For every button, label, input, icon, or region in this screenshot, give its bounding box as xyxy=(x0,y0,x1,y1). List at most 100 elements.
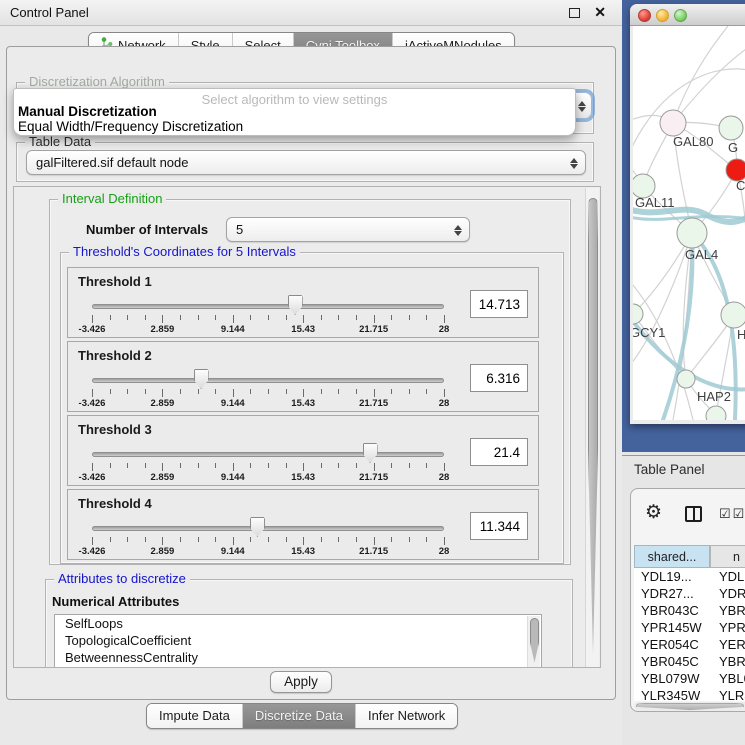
table-cell[interactable]: YBR043C xyxy=(634,602,710,619)
minimize-traffic-light-icon[interactable] xyxy=(656,9,669,22)
slider-thumb[interactable] xyxy=(194,369,209,389)
slider-track[interactable] xyxy=(92,378,444,383)
viewport-scrollbar[interactable] xyxy=(585,188,599,668)
network-edge[interactable] xyxy=(673,26,728,123)
slider-track[interactable] xyxy=(92,304,444,309)
table-row[interactable]: YLR345WYLR3 xyxy=(634,687,745,701)
tick-mark xyxy=(145,463,146,468)
tab-discretize-data[interactable]: Discretize Data xyxy=(243,704,356,728)
threshold-value-field[interactable]: 14.713 xyxy=(470,290,528,318)
table-row[interactable]: YBR045CYBR0 xyxy=(634,653,745,670)
threshold-value-field[interactable]: 11.344 xyxy=(470,512,528,540)
tick-label: 28 xyxy=(439,324,450,335)
tick-mark xyxy=(409,463,410,468)
tick-label: 21.715 xyxy=(359,472,388,483)
close-window-icon[interactable]: ✕ xyxy=(594,4,606,21)
tab-impute-data[interactable]: Impute Data xyxy=(147,704,243,728)
network-node-h[interactable] xyxy=(721,302,745,328)
table-cell[interactable]: YDR27... xyxy=(634,585,710,602)
algorithm-option-equal-width[interactable]: Equal Width/Frequency Discretization xyxy=(18,119,243,134)
tick-mark xyxy=(444,315,445,323)
threshold-value-field[interactable]: 21.4 xyxy=(470,438,528,466)
settings-gear-icon[interactable]: ⚙ xyxy=(645,503,662,523)
attribute-item-topologicalcoefficient[interactable]: TopologicalCoefficient xyxy=(55,632,541,649)
table-row[interactable]: YBL079WYBL0 xyxy=(634,670,745,687)
table-cell[interactable]: YPR145W xyxy=(634,619,710,636)
tick-mark xyxy=(162,463,163,471)
tick-label: -3.426 xyxy=(79,398,106,409)
table-row[interactable]: YDL19...YDL1 xyxy=(634,568,745,585)
tick-mark xyxy=(426,463,427,468)
tick-mark xyxy=(321,389,322,394)
threshold-value-field[interactable]: 6.316 xyxy=(470,364,528,392)
float-window-icon[interactable] xyxy=(569,8,580,18)
tick-mark xyxy=(145,315,146,320)
table-cell[interactable]: YBL079W xyxy=(634,670,710,687)
table-cell[interactable]: YLR3 xyxy=(710,687,745,701)
tick-mark xyxy=(127,537,128,542)
column-header-shared-[interactable]: shared... xyxy=(634,545,710,568)
network-node-hap2[interactable] xyxy=(677,370,695,388)
table-cell[interactable]: YPR1 xyxy=(710,619,745,636)
thresholds-group: Threshold's Coordinates for 5 Intervals … xyxy=(60,252,564,564)
tick-mark xyxy=(426,389,427,394)
table-cell[interactable]: YBL0 xyxy=(710,670,745,687)
network-node-gal4[interactable] xyxy=(677,218,707,248)
attributes-group-title: Attributes to discretize xyxy=(54,572,190,586)
slider-thumb[interactable] xyxy=(363,443,378,463)
threshold-panel-1: Threshold 1-3.4262.8599.14415.4321.71528… xyxy=(67,267,539,338)
table-cell[interactable]: YBR0 xyxy=(710,602,745,619)
column-header-n[interactable]: n xyxy=(710,545,745,568)
close-traffic-light-icon[interactable] xyxy=(638,9,651,22)
list-scrollbar[interactable] xyxy=(527,616,540,668)
attribute-item-betweennesscentrality[interactable]: BetweennessCentrality xyxy=(55,649,541,666)
table-cell[interactable]: YDL19... xyxy=(634,568,710,585)
network-edge[interactable] xyxy=(673,44,745,123)
table-cell[interactable]: YER0 xyxy=(710,636,745,653)
table-cell[interactable]: YLR345W xyxy=(634,687,710,701)
table-cell[interactable]: YBR045C xyxy=(634,653,710,670)
network-node-g[interactable] xyxy=(719,116,743,140)
tick-mark xyxy=(356,463,357,468)
number-of-intervals-combo[interactable]: 5 xyxy=(226,217,470,242)
table-cell[interactable]: YDR2 xyxy=(710,585,745,602)
list-scrollbar-thumb[interactable] xyxy=(530,618,539,663)
slider-track[interactable] xyxy=(92,526,444,531)
tick-mark xyxy=(321,537,322,542)
table-hscrollbar-thumb[interactable] xyxy=(636,703,744,710)
node-label: GAL80 xyxy=(673,134,713,149)
table-row[interactable]: YPR145WYPR1 xyxy=(634,619,745,636)
select-columns-checkboxes-icon[interactable]: ☑☑ xyxy=(719,506,745,522)
table-horizontal-scrollbar[interactable] xyxy=(634,702,745,711)
table-row[interactable]: YBR043CYBR0 xyxy=(634,602,745,619)
tick-label: 2.859 xyxy=(151,472,175,483)
network-node-gcy1[interactable] xyxy=(633,304,643,324)
algorithm-option-manual[interactable]: Manual Discretization xyxy=(18,104,157,119)
slider-track[interactable] xyxy=(92,452,444,457)
table-cell[interactable]: YDL1 xyxy=(710,568,745,585)
threshold-label: Threshold 3 xyxy=(78,422,152,437)
table-cell[interactable]: YER054C xyxy=(634,636,710,653)
network-window-titlebar xyxy=(630,4,745,26)
table-cell[interactable]: YBR0 xyxy=(710,653,745,670)
zoom-traffic-light-icon[interactable] xyxy=(674,9,687,22)
apply-button[interactable]: Apply xyxy=(270,671,332,693)
network-node-gal80[interactable] xyxy=(660,110,686,136)
viewport-scrollbar-thumb[interactable] xyxy=(588,198,598,654)
number-of-intervals-value: 5 xyxy=(236,222,243,237)
slider-thumb[interactable] xyxy=(250,517,265,537)
numerical-attributes-list[interactable]: SelfLoopsTopologicalCoefficientBetweenne… xyxy=(54,614,542,668)
table-data-combo[interactable]: galFiltered.sif default node xyxy=(26,150,586,175)
tick-label: 21.715 xyxy=(359,398,388,409)
table-row[interactable]: YER054CYER0 xyxy=(634,636,745,653)
slider-thumb[interactable] xyxy=(288,295,303,315)
tab-infer-network[interactable]: Infer Network xyxy=(356,704,457,728)
table-row[interactable]: YDR27...YDR2 xyxy=(634,585,745,602)
tick-mark xyxy=(268,315,269,320)
tick-mark xyxy=(198,463,199,468)
network-canvas[interactable]: GAL80GCGAL11GAL4GCY1HHAP2 xyxy=(633,26,745,420)
combo-stepper-icon xyxy=(569,155,578,171)
attribute-item-selfloops[interactable]: SelfLoops xyxy=(55,615,541,632)
slider-ticks xyxy=(92,537,444,546)
columns-icon[interactable] xyxy=(685,506,702,522)
